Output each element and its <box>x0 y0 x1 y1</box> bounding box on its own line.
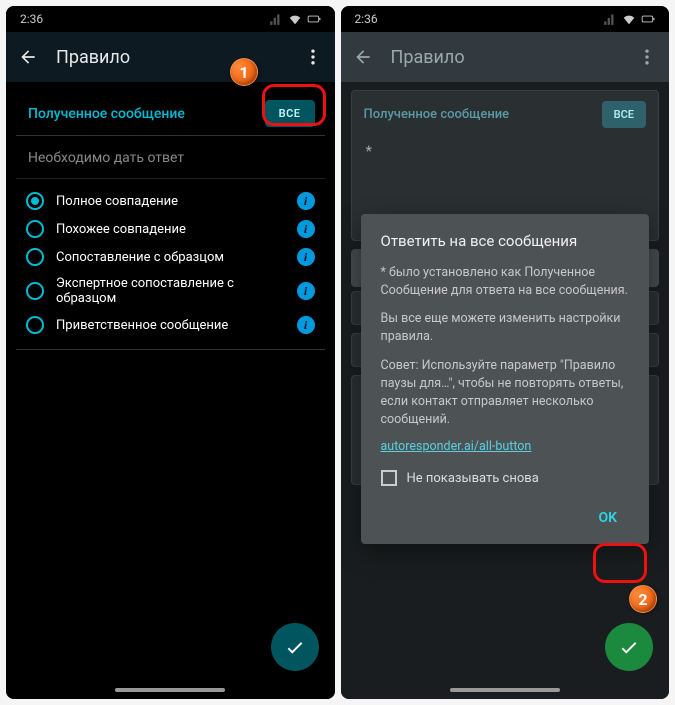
radio-pattern-match[interactable]: Сопоставление с образцом i <box>22 243 319 271</box>
radio-label: Приветственное сообщение <box>56 318 297 333</box>
wildcard-text: * <box>352 138 659 170</box>
info-icon[interactable]: i <box>297 192 315 210</box>
radio-icon <box>26 316 44 334</box>
all-button[interactable]: ВСЕ <box>265 100 315 127</box>
radio-label: Похожее совпадение <box>56 222 297 237</box>
home-indicator <box>115 688 225 692</box>
received-label: Полученное сообщение <box>364 107 510 122</box>
status-icons <box>269 12 321 26</box>
status-icons <box>603 12 655 26</box>
dialog-p2: Вы все еще можете изменить настройки пра… <box>381 310 630 346</box>
received-label: Полученное сообщение <box>28 106 185 122</box>
check-icon <box>618 636 640 658</box>
home-indicator <box>450 688 560 692</box>
overflow-menu-icon[interactable] <box>637 47 657 67</box>
match-type-radio-group: Полное совпадение i Похожее совпадение i… <box>16 179 325 349</box>
dialog-p1: * было установлено как Полученное Сообще… <box>381 264 630 300</box>
reply-type-section-title: Необходимо дать ответ <box>16 136 325 179</box>
signal-icon <box>603 12 617 26</box>
radio-exact-match[interactable]: Полное совпадение i <box>22 187 319 215</box>
checkbox-label: Не показывать снова <box>407 471 539 486</box>
received-message-header: Полученное сообщение ВСЕ <box>16 92 325 136</box>
phone-right: 2:36 Правило Полученное сообщение ВСЕ * <box>341 6 670 699</box>
radio-icon <box>26 248 44 266</box>
overflow-menu-icon[interactable] <box>303 47 323 67</box>
dialog-ok-button[interactable]: OK <box>586 502 629 534</box>
check-icon <box>284 636 306 658</box>
status-bar: 2:36 <box>341 6 670 32</box>
save-fab[interactable] <box>605 623 653 671</box>
signal-icon <box>269 12 283 26</box>
radio-icon <box>26 282 44 300</box>
status-time: 2:36 <box>20 12 43 26</box>
reply-all-dialog: Ответить на все сообщения * было установ… <box>361 214 650 544</box>
app-bar: Правило <box>341 32 670 82</box>
battery-icon <box>307 12 321 26</box>
info-icon[interactable]: i <box>297 316 315 334</box>
dialog-link[interactable]: autoresponder.ai/all-button <box>381 439 630 454</box>
radio-label: Полное совпадение <box>56 194 297 209</box>
app-bar: Правило <box>6 32 335 82</box>
phone-left: 2:36 Правило Полученное сообщение ВСЕ Не… <box>6 6 335 699</box>
info-icon[interactable]: i <box>297 248 315 266</box>
radio-welcome-message[interactable]: Приветственное сообщение i <box>22 311 319 339</box>
battery-icon <box>641 12 655 26</box>
back-icon[interactable] <box>18 47 38 67</box>
wifi-icon <box>288 12 302 26</box>
dialog-p3: Совет: Используйте параметр "Правило пау… <box>381 357 630 430</box>
save-fab[interactable] <box>271 623 319 671</box>
dialog-title: Ответить на все сообщения <box>381 232 630 250</box>
checkbox-icon <box>381 470 397 486</box>
radio-icon <box>26 192 44 210</box>
annotation-badge-2: 2 <box>629 585 657 613</box>
radio-icon <box>26 220 44 238</box>
content-left: Полученное сообщение ВСЕ Необходимо дать… <box>6 82 335 699</box>
all-button[interactable]: ВСЕ <box>602 101 646 128</box>
info-icon[interactable]: i <box>297 282 315 300</box>
radio-label: Экспертное сопоставление с образцом <box>56 276 297 306</box>
content-right: Полученное сообщение ВСЕ * Подключить Op… <box>341 82 670 699</box>
dialog-body: * было установлено как Полученное Сообще… <box>381 264 630 429</box>
status-time: 2:36 <box>355 12 378 26</box>
radio-label: Сопоставление с образцом <box>56 250 297 265</box>
radio-expert-pattern[interactable]: Экспертное сопоставление с образцом i <box>22 271 319 311</box>
info-icon[interactable]: i <box>297 220 315 238</box>
page-title: Правило <box>391 47 620 68</box>
status-bar: 2:36 <box>6 6 335 32</box>
radio-similar-match[interactable]: Похожее совпадение i <box>22 215 319 243</box>
annotation-badge-1: 1 <box>230 58 258 86</box>
wifi-icon <box>622 12 636 26</box>
dont-show-again-checkbox[interactable]: Не показывать снова <box>381 470 630 486</box>
back-icon[interactable] <box>353 47 373 67</box>
